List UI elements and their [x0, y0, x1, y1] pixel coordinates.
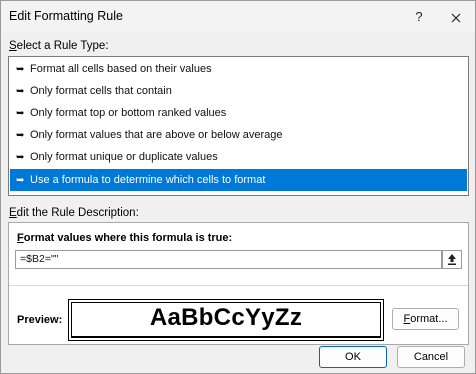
rule-description-panel: Format values where this formula is true… [8, 222, 469, 345]
rule-type-item[interactable]: ➥ Format all cells based on their values [10, 58, 467, 80]
arrow-right-icon: ➥ [16, 64, 25, 75]
preview-label: Preview: [17, 314, 63, 326]
rule-type-item[interactable]: ➥ Only format top or bottom ranked values [10, 102, 467, 124]
cancel-button[interactable]: Cancel [397, 346, 465, 368]
close-icon [451, 13, 461, 22]
preview-box: AaBbCcYyZz [68, 299, 384, 341]
collapse-dialog-button[interactable] [442, 250, 462, 269]
title-bar: Edit Formatting Rule ? [1, 1, 475, 33]
arrow-right-icon: ➥ [16, 175, 25, 186]
formula-input[interactable] [15, 250, 442, 269]
ok-button[interactable]: OK [319, 346, 387, 368]
edit-formatting-rule-dialog: Edit Formatting Rule ? Select a Rule Typ… [0, 0, 476, 374]
rule-type-item[interactable]: ➥ Only format unique or duplicate values [10, 146, 467, 168]
rule-type-item[interactable]: ➥ Only format cells that contain [10, 80, 467, 102]
preview-sample-text: AaBbCcYyZz [149, 304, 303, 331]
arrow-right-icon: ➥ [16, 86, 25, 97]
arrow-right-icon: ➥ [16, 152, 25, 163]
formula-label: Format values where this formula is true… [17, 232, 233, 244]
rule-type-label: Select a Rule Type: [9, 40, 109, 52]
close-button[interactable] [445, 6, 467, 28]
arrow-right-icon: ➥ [16, 108, 25, 119]
dialog-title: Edit Formatting Rule [9, 9, 123, 23]
help-button[interactable]: ? [408, 6, 430, 28]
arrow-right-icon: ➥ [16, 130, 25, 141]
divider [9, 285, 468, 286]
format-button[interactable]: Format... [392, 308, 459, 330]
upload-arrow-icon [448, 254, 456, 265]
rule-type-item-selected[interactable]: ➥ Use a formula to determine which cells … [10, 169, 467, 191]
rule-type-item[interactable]: ➥ Only format values that are above or be… [10, 124, 467, 146]
rule-type-list[interactable]: ➥ Format all cells based on their values … [8, 56, 469, 196]
rule-description-label: Edit the Rule Description: [9, 207, 139, 219]
